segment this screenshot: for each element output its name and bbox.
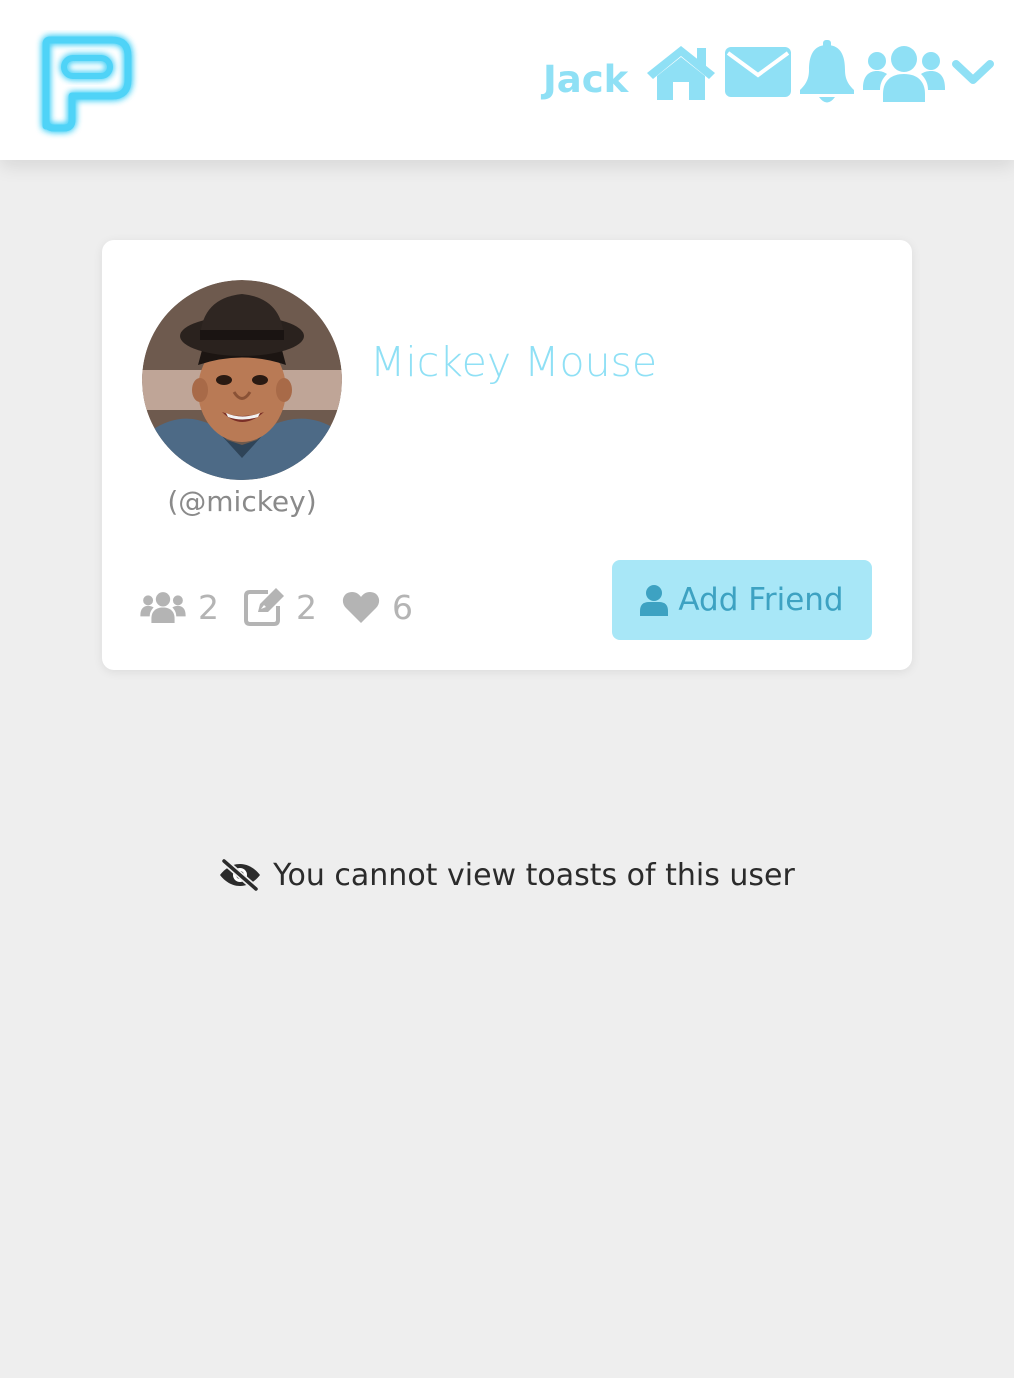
- chevron-down-icon[interactable]: [952, 60, 994, 86]
- profile-display-name: Mickey Mouse: [370, 338, 658, 386]
- toasts-stat: 2: [244, 585, 317, 629]
- envelope-icon[interactable]: [725, 47, 791, 97]
- add-friend-label: Add Friend: [678, 582, 844, 618]
- profile-card: Mickey Mouse (@mickey) 2 2 6 Add Friend: [102, 240, 912, 670]
- edit-icon: [244, 588, 284, 626]
- likes-count: 6: [392, 587, 413, 627]
- home-icon[interactable]: [645, 44, 717, 100]
- top-navbar: Jack: [0, 0, 1014, 160]
- eye-slash-icon: [220, 859, 261, 891]
- users-icon: [140, 592, 186, 623]
- profile-username: (@mickey): [167, 485, 317, 518]
- likes-stat: 6: [342, 585, 413, 629]
- users-icon[interactable]: [863, 44, 945, 102]
- nav-user-name[interactable]: Jack: [543, 58, 628, 101]
- friends-count: 2: [198, 587, 219, 627]
- friends-stat: 2: [140, 585, 219, 629]
- neon-p-logo-icon[interactable]: [30, 30, 140, 140]
- user-avatar: [142, 280, 342, 480]
- restricted-notice-text: You cannot view toasts of this user: [273, 857, 795, 893]
- user-icon: [640, 585, 669, 616]
- restricted-notice: You cannot view toasts of this user: [0, 850, 1014, 900]
- heart-icon: [342, 592, 380, 623]
- add-friend-button[interactable]: Add Friend: [612, 560, 872, 640]
- bell-icon[interactable]: [798, 40, 856, 104]
- toasts-count: 2: [296, 587, 317, 627]
